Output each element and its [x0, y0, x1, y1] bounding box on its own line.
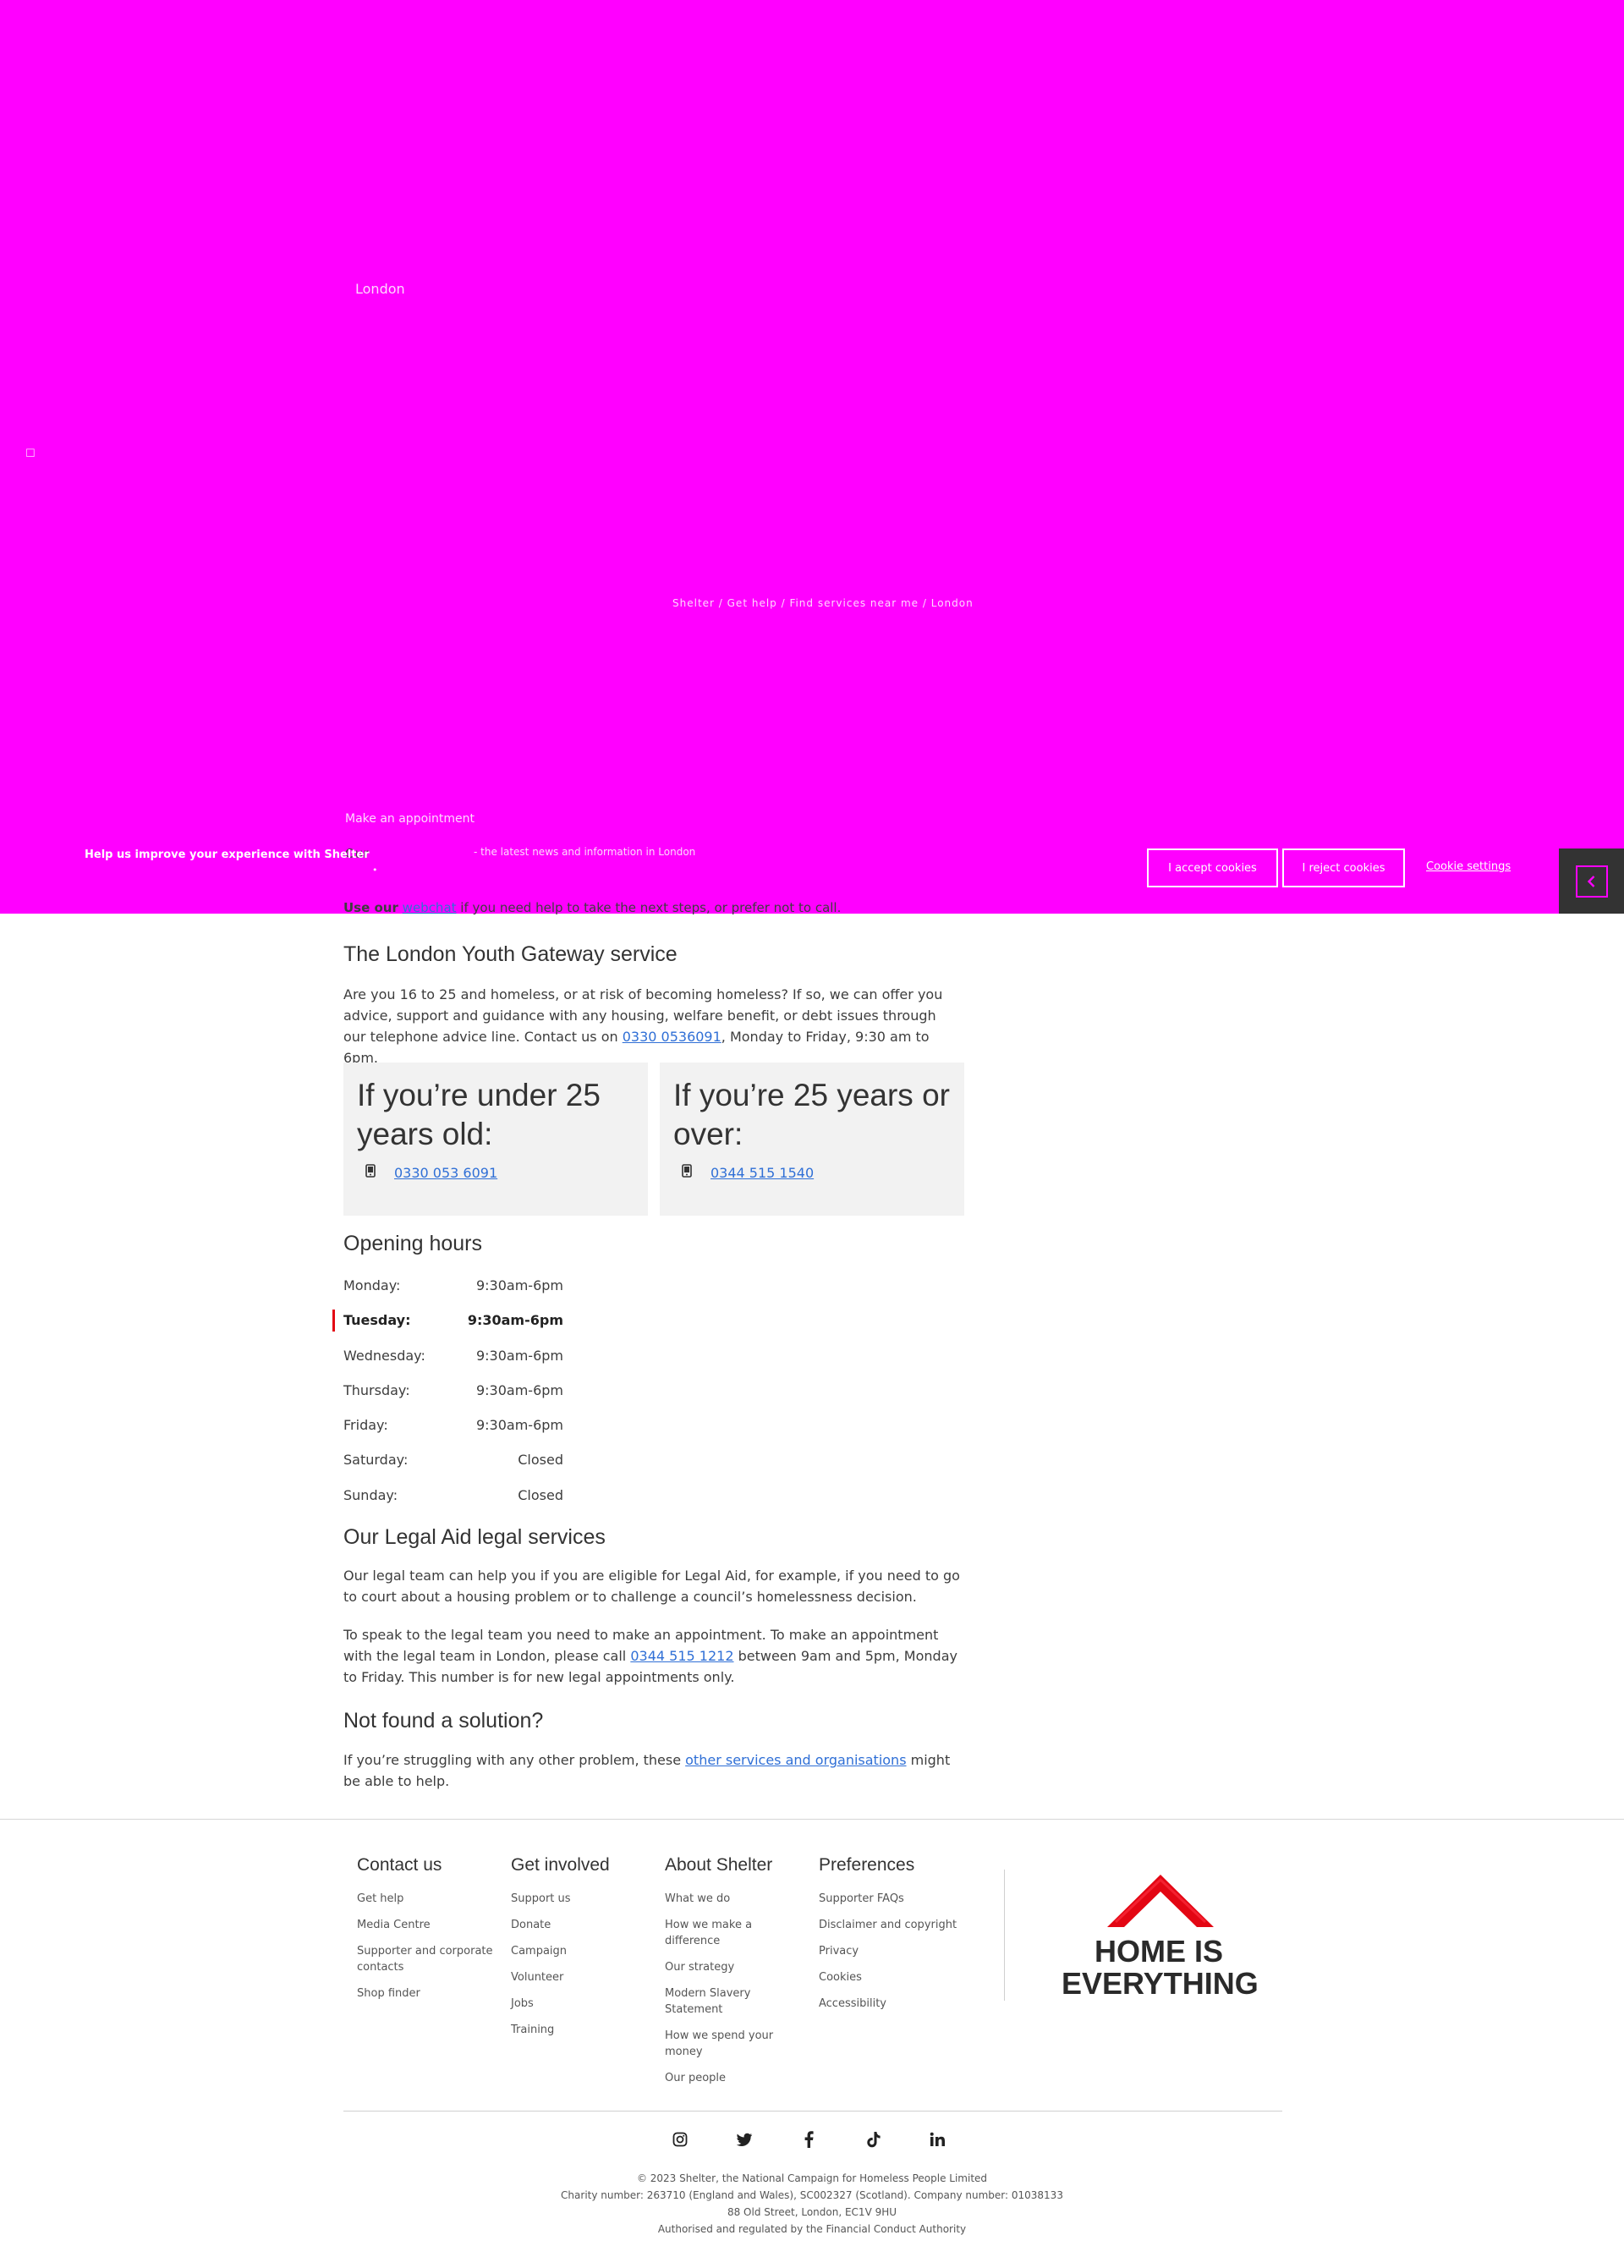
accept-cookies-button[interactable]: I accept cookies — [1147, 848, 1278, 887]
address-line: 88 Old Street, London, EC1V 9HU — [727, 2206, 897, 2218]
footer-link-jobs[interactable]: Jobs — [511, 1997, 534, 2010]
side-panel-toggle-button[interactable] — [1559, 848, 1624, 914]
logo-line-2: EVERYTHING — [1062, 1966, 1259, 2001]
footer-link-volunteer[interactable]: Volunteer — [511, 1971, 563, 1984]
webchat-lead: Use our — [343, 900, 398, 915]
ghost-intro-text: Make an appointment — [345, 812, 475, 826]
ghost-more-text: - the latest news and information in Lon… — [474, 846, 696, 858]
cookie-overlay: London ☐ Shelter / Get help / Find servi… — [0, 0, 1624, 914]
under-25-card: If you’re under 25 years old: 0330 053 6… — [343, 1063, 648, 1216]
footer-link-modern-slavery[interactable]: Modern Slavery Statement — [665, 1987, 750, 2016]
cookie-settings-link[interactable]: Cookie settings — [1426, 860, 1511, 873]
footer-link-get-help[interactable]: Get help — [357, 1892, 403, 1905]
phone-icon — [365, 1164, 394, 1181]
webchat-rest: if you need help to take the next steps,… — [456, 900, 842, 915]
over-25-phone-link[interactable]: 0344 515 1540 — [710, 1165, 814, 1181]
footer-preferences-title: Preferences — [819, 1855, 915, 1875]
footer-preferences-column: Preferences Supporter FAQs Disclaimer an… — [819, 1855, 963, 2022]
footer-link-campaign[interactable]: Campaign — [511, 1945, 567, 1958]
footer-link-donate[interactable]: Donate — [511, 1919, 551, 1931]
footer-link-supporter-faqs[interactable]: Supporter FAQs — [819, 1892, 904, 1905]
footer-link-accessibility[interactable]: Accessibility — [819, 1997, 886, 2010]
instagram-icon[interactable] — [668, 2128, 692, 2151]
footer-link-media-centre[interactable]: Media Centre — [357, 1919, 431, 1931]
logo-line-1: HOME IS — [1094, 1934, 1223, 1969]
gateway-phone-link[interactable]: 0330 0536091 — [623, 1029, 721, 1045]
hours-row-tuesday: Tuesday: 9:30am-6pm — [332, 1310, 563, 1347]
under-25-title: If you’re under 25 years old: — [357, 1078, 601, 1151]
footer-about-title: About Shelter — [665, 1855, 773, 1875]
hours-row-wednesday: Wednesday: 9:30am-6pm — [343, 1347, 563, 1364]
footer-link-what-we-do[interactable]: What we do — [665, 1892, 730, 1905]
gateway-text: Are you 16 to 25 and homeless, or at ris… — [343, 986, 943, 1066]
phone-icon — [682, 1164, 710, 1181]
over-25-title: If you’re 25 years or over: — [673, 1078, 950, 1151]
under-25-phone: 0330 053 6091 — [357, 1164, 634, 1181]
ghost-location-text: London — [355, 281, 405, 297]
footer-link-shop-finder[interactable]: Shop finder — [357, 1987, 420, 2000]
hours-row-thursday: Thursday: 9:30am-6pm — [343, 1381, 563, 1398]
hours-row-monday: Monday: 9:30am-6pm — [343, 1277, 563, 1293]
footer-link-privacy[interactable]: Privacy — [819, 1945, 859, 1958]
social-links — [668, 2128, 949, 2151]
footer-link-training[interactable]: Training — [511, 2024, 554, 2036]
gateway-title: The London Youth Gateway service — [343, 942, 678, 966]
legal-aid-paragraph: Our legal team can help you if you are e… — [343, 1568, 960, 1605]
legal-aid-title: Our Legal Aid legal services — [343, 1525, 606, 1549]
breadcrumb: Shelter / Get help / Find services near … — [672, 597, 974, 609]
webchat-link[interactable]: webchat — [403, 900, 457, 915]
roof-icon — [1107, 1875, 1214, 1927]
opening-hours-table: Monday: 9:30am-6pm Tuesday: 9:30am-6pm Wed… — [332, 1277, 563, 1522]
footer-contact-title: Contact us — [357, 1855, 442, 1875]
hours-row-saturday: Saturday: Closed — [343, 1452, 563, 1469]
not-found-title: Not found a solution? — [343, 1709, 544, 1733]
legal-phone-link[interactable]: 0344 515 1212 — [630, 1648, 733, 1664]
hours-row-friday: Friday: 9:30am-6pm — [343, 1417, 563, 1434]
footer-about-column: About Shelter What we do How we make a d… — [665, 1855, 809, 2096]
shelter-logo[interactable]: HOME IS EVERYTHING — [1062, 1870, 1259, 2005]
footer-divider-top — [0, 1819, 1624, 1820]
footer-contact-column: Contact us Get help Media Centre Support… — [357, 1855, 501, 2012]
copyright-line: © 2023 Shelter, the National Campaign fo… — [636, 2172, 988, 2184]
cookie-banner-text: Help us improve your experience with She… — [85, 848, 370, 861]
ghost-bullet: • — [372, 865, 378, 876]
legal-appointment-paragraph: To speak to the legal team you need to m… — [343, 1627, 957, 1685]
under-25-phone-link[interactable]: 0330 053 6091 — [394, 1165, 497, 1181]
hours-row-sunday: Sunday: Closed — [343, 1486, 563, 1503]
fca-line: Authorised and regulated by the Financia… — [657, 2223, 967, 2235]
footer-link-difference[interactable]: How we make a difference — [665, 1919, 752, 1947]
footer-involved-title: Get involved — [511, 1855, 610, 1875]
chevron-left-icon — [1575, 865, 1608, 898]
charity-number-line: Charity number: 263710 (England and Wale… — [561, 2189, 1063, 2201]
footer-link-support-us[interactable]: Support us — [511, 1892, 571, 1905]
other-services-link[interactable]: other services and organisations — [685, 1752, 906, 1768]
over-25-card: If you’re 25 years or over: 0344 515 154… — [660, 1063, 964, 1216]
not-found-paragraph: If you’re struggling with any other prob… — [343, 1752, 951, 1789]
ghost-side-icon: ☐ — [25, 448, 36, 460]
footer-involved-column: Get involved Support us Donate Campaign … — [511, 1855, 655, 2048]
footer-link-cookies[interactable]: Cookies — [819, 1971, 862, 1984]
footer-link-our-people[interactable]: Our people — [665, 2072, 726, 2084]
reject-cookies-button[interactable]: I reject cookies — [1282, 848, 1405, 887]
footer-vertical-divider — [1004, 1870, 1005, 2001]
footer-link-spend-money[interactable]: How we spend your money — [665, 2029, 773, 2058]
footer-link-strategy[interactable]: Our strategy — [665, 1961, 734, 1974]
over-25-phone: 0344 515 1540 — [673, 1164, 951, 1181]
twitter-icon[interactable] — [732, 2128, 756, 2151]
opening-hours-title: Opening hours — [343, 1232, 483, 1255]
legal-footer-text: © 2023 Shelter, the National Campaign fo… — [0, 2170, 1624, 2238]
webchat-line: Use our webchat if you need help to take… — [343, 900, 841, 915]
linkedin-icon[interactable] — [925, 2128, 949, 2151]
footer-link-supporter-contacts[interactable]: Supporter and corporate contacts — [357, 1945, 493, 1974]
footer-link-disclaimer[interactable]: Disclaimer and copyright — [819, 1919, 957, 1931]
tiktok-icon[interactable] — [861, 2128, 885, 2151]
facebook-icon[interactable] — [797, 2128, 820, 2151]
